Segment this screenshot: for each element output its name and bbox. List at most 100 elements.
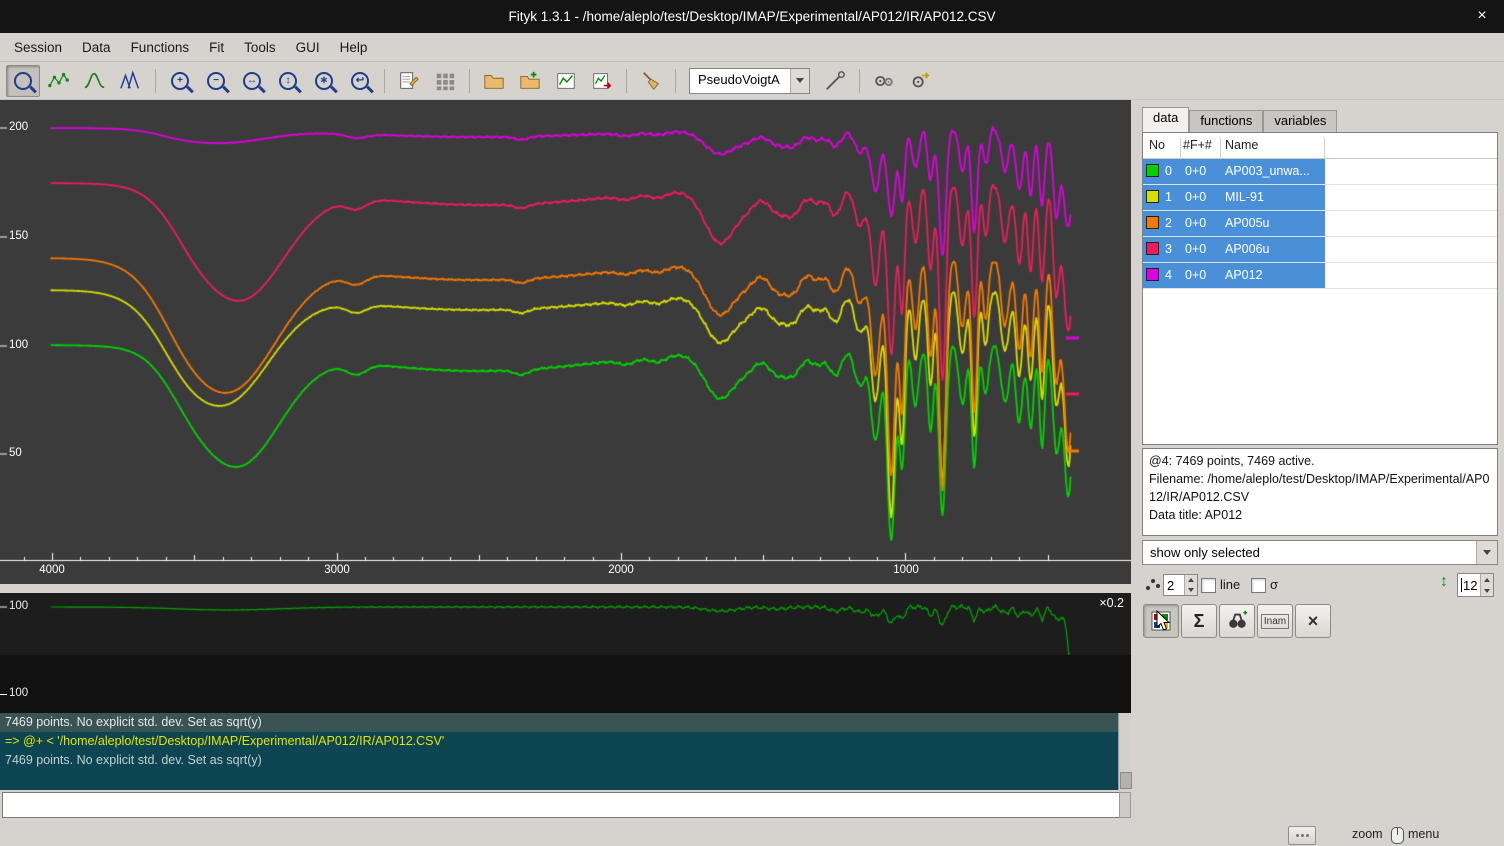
- dataset-name: AP006u: [1225, 242, 1269, 256]
- text-caret: [1461, 578, 1462, 592]
- status-zoom-hint: zoom: [1352, 827, 1383, 841]
- dataset-fcount: 0+0: [1185, 216, 1206, 230]
- zoom-in-icon: +: [171, 72, 189, 90]
- col-header-fcount: #F+#: [1183, 138, 1212, 152]
- aux-y-tick-label: 100: [9, 600, 28, 612]
- peak-curve-icon: [84, 70, 106, 92]
- spinner-arrows[interactable]: [1480, 574, 1493, 596]
- table-row[interactable]: 0 0+0 AP003_unwa...: [1143, 159, 1497, 185]
- table-row[interactable]: 4 0+0 AP012: [1143, 263, 1497, 289]
- x-tick-label: 1000: [893, 564, 919, 576]
- edit-script-button[interactable]: [392, 65, 426, 97]
- export-data-button[interactable]: [585, 65, 619, 97]
- zoom-all-button[interactable]: ∗: [307, 65, 341, 97]
- dataset-color-swatch[interactable]: [1146, 164, 1159, 177]
- zoom-out-button[interactable]: −: [199, 65, 233, 97]
- mouse-icon: [1391, 827, 1404, 844]
- zoom-x-icon: ↔: [243, 72, 261, 90]
- tab-data[interactable]: data: [1142, 107, 1189, 135]
- function-type-dropdown[interactable]: PseudoVoigtA: [689, 68, 810, 94]
- point-size-spinner[interactable]: 2: [1163, 574, 1198, 596]
- dataset-color-swatch[interactable]: [1146, 190, 1159, 203]
- menu-session[interactable]: Session: [4, 35, 72, 60]
- shift-spinner[interactable]: 12: [1457, 573, 1494, 597]
- console-line: 7469 points. No explicit std. dev. Set a…: [0, 713, 1118, 732]
- dropdown-arrow-button[interactable]: [1476, 541, 1497, 564]
- console-scrollbar[interactable]: [1118, 713, 1131, 790]
- auxiliary-plot-canvas[interactable]: [0, 593, 1131, 655]
- previous-zoom-button[interactable]: ↩: [343, 65, 377, 97]
- zoom-in-button[interactable]: +: [163, 65, 197, 97]
- x-tick-label: 4000: [39, 564, 65, 576]
- sigma-checkbox[interactable]: [1251, 578, 1266, 593]
- console-line: 7469 points. No explicit std. dev. Set a…: [0, 751, 1118, 770]
- menu-fit[interactable]: Fit: [199, 35, 234, 60]
- clear-plots-button[interactable]: [634, 65, 668, 97]
- add-peak-mode-button[interactable]: [78, 65, 112, 97]
- dataset-color-swatch[interactable]: [1146, 216, 1159, 229]
- menu-gui[interactable]: GUI: [286, 35, 330, 60]
- main-plot: 200 150 100 50 4000 3000 2000 1000: [0, 100, 1131, 584]
- toolbar-separator: [469, 69, 470, 93]
- find-button[interactable]: [1219, 604, 1255, 638]
- table-row[interactable]: 3 0+0 AP006u: [1143, 237, 1497, 263]
- open-folder-plus-icon: [519, 70, 541, 92]
- dataset-number: 2: [1165, 216, 1172, 230]
- dataset-fcount: 0+0: [1185, 190, 1206, 204]
- chart-icon: [555, 70, 577, 92]
- data-points-mode-button[interactable]: [42, 65, 76, 97]
- rerun-script-button[interactable]: [903, 65, 937, 97]
- append-data-button[interactable]: [513, 65, 547, 97]
- command-input[interactable]: [2, 792, 1124, 818]
- scrollbar-thumb[interactable]: [1120, 772, 1132, 789]
- toolbar-separator: [626, 69, 627, 93]
- load-data-button[interactable]: [477, 65, 511, 97]
- dataset-fcount: 0+0: [1185, 268, 1206, 282]
- dataset-color-swatch[interactable]: [1146, 268, 1159, 281]
- zoom-horizontal-button[interactable]: ↔: [235, 65, 269, 97]
- sigma-icon: Σ: [1194, 611, 1205, 632]
- range-mode-button[interactable]: [114, 65, 148, 97]
- table-row[interactable]: 1 0+0 MIL-91: [1143, 185, 1497, 211]
- fityk-window: Fityk 1.3.1 - /home/aleplo/test/Desktop/…: [0, 0, 1504, 846]
- gears-icon: [873, 70, 895, 92]
- aux2-tick: [0, 694, 7, 695]
- dataset-color-swatch[interactable]: [1146, 242, 1159, 255]
- menu-data[interactable]: Data: [72, 35, 121, 60]
- sum-button[interactable]: Σ: [1181, 604, 1217, 638]
- menubar: Session Data Functions Fit Tools GUI Hel…: [0, 33, 1504, 62]
- y-tick-label: 150: [9, 230, 28, 242]
- y-tick-label: 200: [9, 121, 28, 133]
- dropdown-arrow-button[interactable]: [790, 69, 809, 93]
- show-filter-dropdown[interactable]: show only selected: [1142, 540, 1498, 565]
- table-row[interactable]: 2 0+0 AP005u: [1143, 211, 1497, 237]
- rename-button[interactable]: Inam: [1257, 604, 1293, 638]
- data-table-button[interactable]: [428, 65, 462, 97]
- menu-functions[interactable]: Functions: [121, 35, 200, 60]
- zoom-mode-button[interactable]: [6, 65, 40, 97]
- y-tick-label: 100: [9, 339, 28, 351]
- close-button[interactable]: ×: [1470, 5, 1494, 27]
- main-plot-canvas[interactable]: [0, 100, 1131, 584]
- binoculars-icon: [1226, 610, 1248, 632]
- zoom-vertical-button[interactable]: ↕: [271, 65, 305, 97]
- menu-tools[interactable]: Tools: [234, 35, 286, 60]
- save-image-button[interactable]: [549, 65, 583, 97]
- data-points-icon: [48, 70, 70, 92]
- spinner-arrows[interactable]: [1184, 575, 1197, 595]
- status-config-button[interactable]: [1288, 826, 1316, 845]
- sigma-checkbox-label: σ: [1270, 577, 1278, 592]
- input-side-button[interactable]: [1119, 792, 1131, 818]
- toolbar-separator: [859, 69, 860, 93]
- broom-icon: [640, 70, 662, 92]
- output-console[interactable]: 7469 points. No explicit std. dev. Set a…: [0, 713, 1118, 790]
- toolbar: + − ↔ ↕ ∗ ↩ PseudoVoigtA: [0, 62, 1504, 100]
- auto-add-peak-button[interactable]: [818, 65, 852, 97]
- col-header-name: Name: [1225, 138, 1258, 152]
- run-script-button[interactable]: [867, 65, 901, 97]
- auxiliary-plot-2: 100: [0, 655, 1131, 713]
- menu-help[interactable]: Help: [330, 35, 378, 60]
- delete-button[interactable]: ×: [1295, 604, 1331, 638]
- line-checkbox[interactable]: [1201, 578, 1216, 593]
- shift-value: 12: [1458, 574, 1480, 596]
